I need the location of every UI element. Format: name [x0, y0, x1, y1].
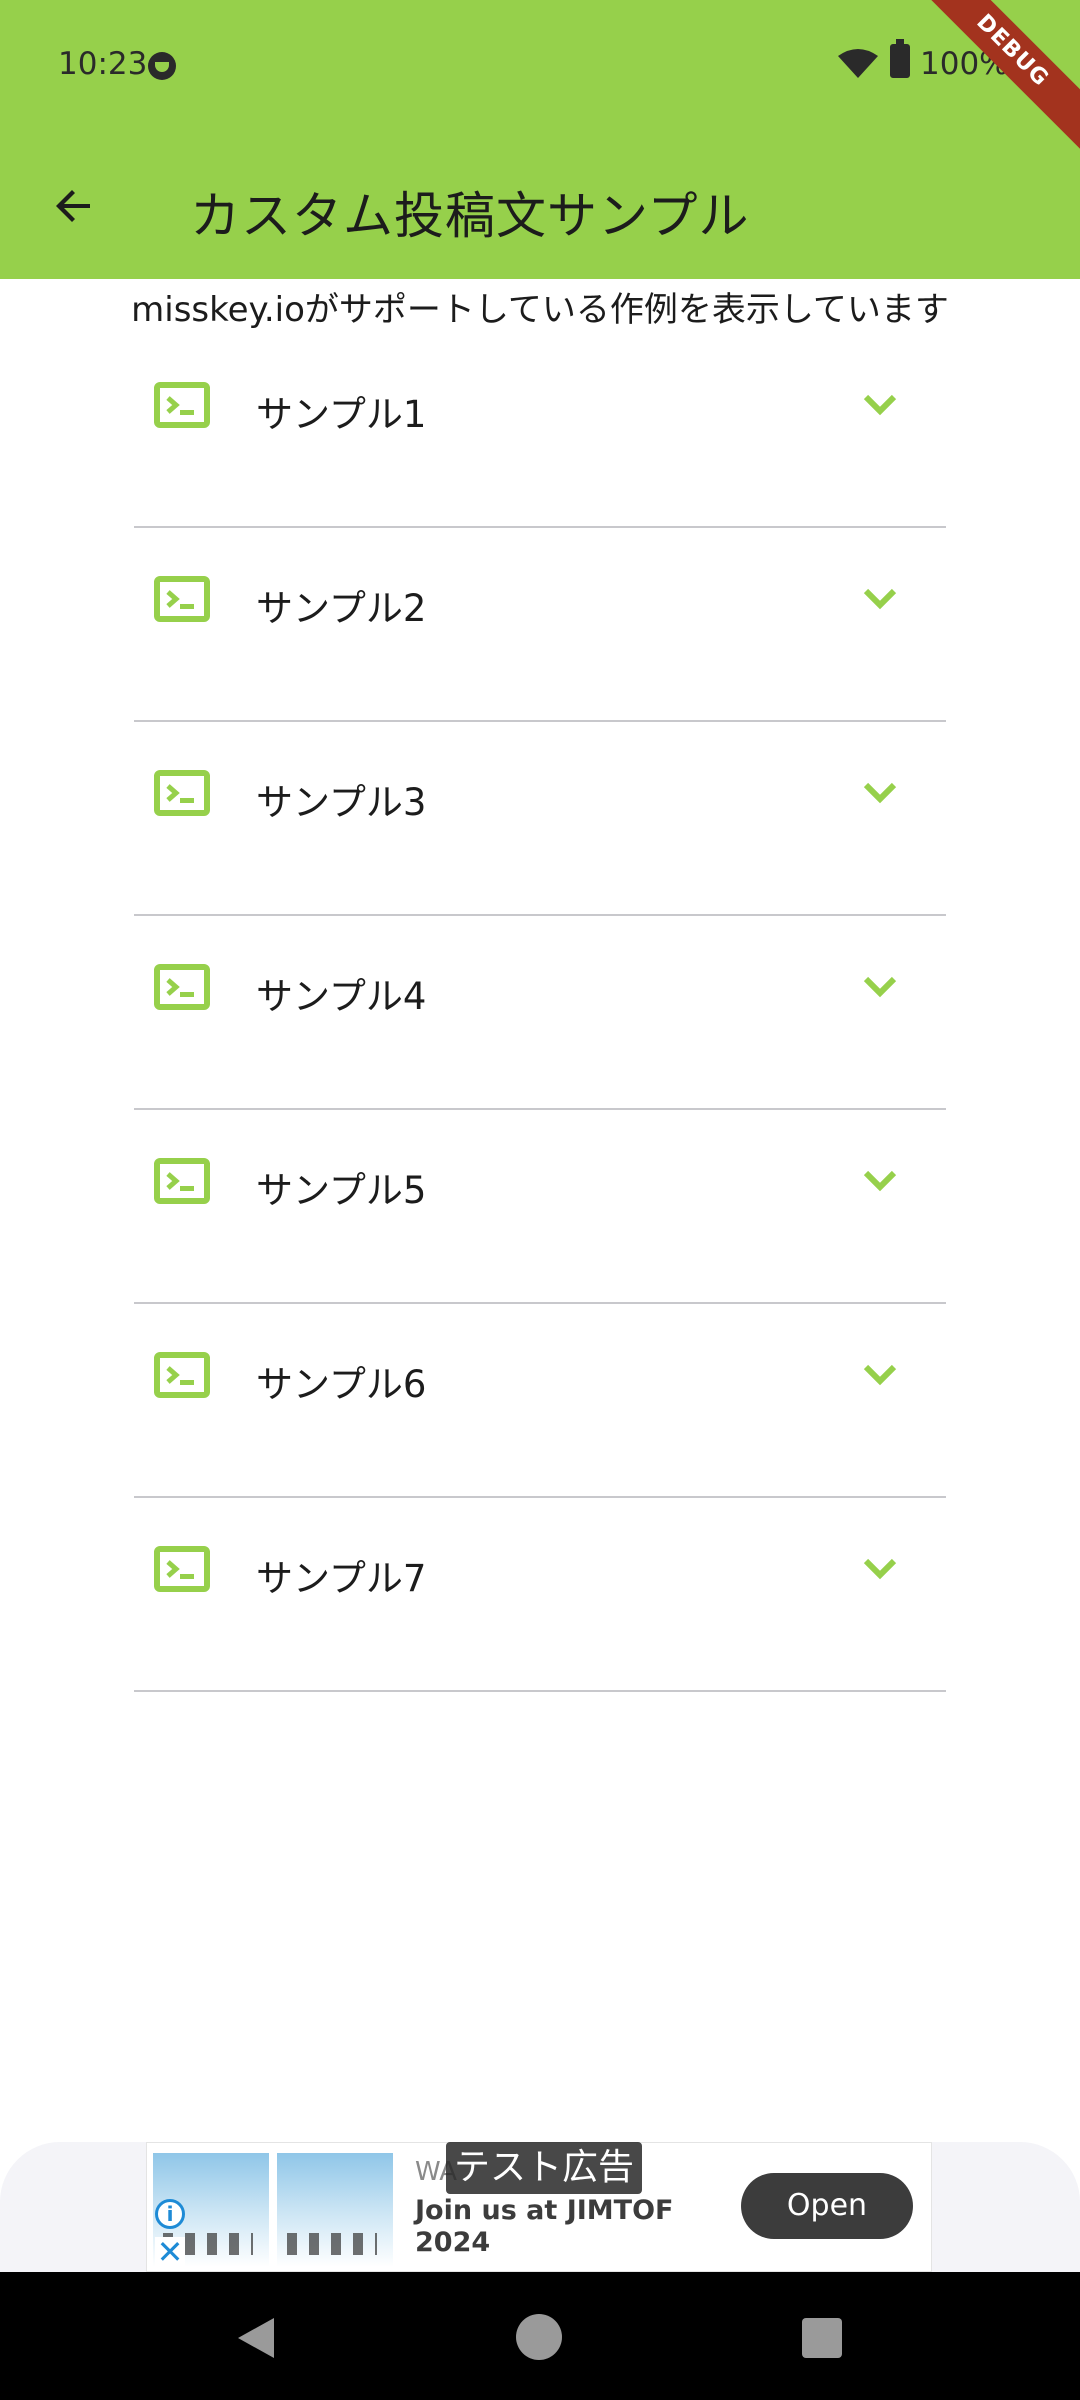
back-button[interactable]	[38, 170, 110, 242]
sample-item-label: サンプル2	[256, 587, 427, 630]
sample-item-6[interactable]: サンプル6	[134, 1304, 946, 1498]
ad-headline[interactable]: Join us at JIMTOF 2024	[415, 2195, 675, 2259]
sample-list: サンプル1 サンプル2 サンプル3 サンプル4 サンプル5 サンプル6 サンプル…	[134, 334, 946, 1692]
sample-item-7[interactable]: サンプル7	[134, 1498, 946, 1692]
ad-close-icon[interactable]: ✕	[155, 2236, 185, 2268]
sample-item-4[interactable]: サンプル4	[134, 916, 946, 1110]
sample-item-label: サンプル5	[256, 1169, 427, 1212]
arrow-back-icon	[56, 190, 90, 222]
ad-info-icon[interactable]: i	[155, 2199, 185, 2229]
terminal-icon	[154, 770, 210, 816]
status-bar: 10:23 100%	[0, 0, 1080, 132]
nav-home-icon[interactable]	[516, 2314, 562, 2360]
terminal-icon	[154, 1158, 210, 1204]
terminal-icon	[154, 1352, 210, 1398]
sample-item-2[interactable]: サンプル2	[134, 528, 946, 722]
sample-item-1[interactable]: サンプル1	[134, 334, 946, 528]
sample-item-label: サンプル4	[256, 975, 427, 1018]
page-description: misskey.ioがサポートしている作例を表示しています	[131, 290, 949, 330]
wifi-icon	[838, 49, 878, 78]
battery-icon	[890, 39, 910, 78]
chevron-down-icon[interactable]	[860, 968, 900, 1004]
terminal-icon	[154, 382, 210, 428]
terminal-icon	[154, 576, 210, 622]
chevron-down-icon[interactable]	[860, 774, 900, 810]
chevron-down-icon[interactable]	[860, 1162, 900, 1198]
sample-item-label: サンプル1	[256, 393, 427, 436]
notification-icon	[148, 52, 176, 80]
sample-item-label: サンプル3	[256, 781, 427, 824]
ad-open-button[interactable]: Open	[741, 2173, 913, 2239]
chevron-down-icon[interactable]	[860, 580, 900, 616]
nav-back-icon[interactable]	[236, 2316, 276, 2360]
sample-item-3[interactable]: サンプル3	[134, 722, 946, 916]
terminal-icon	[154, 964, 210, 1010]
sample-item-5[interactable]: サンプル5	[134, 1110, 946, 1304]
app-bar: 10:23 100% DEBUG カスタム投稿文サンプル	[0, 0, 1080, 279]
ad-image[interactable]	[277, 2153, 393, 2267]
test-ad-badge: テスト広告	[446, 2142, 643, 2194]
nav-recents-icon[interactable]	[802, 2318, 842, 2358]
chevron-down-icon[interactable]	[860, 386, 900, 422]
chevron-down-icon[interactable]	[860, 1356, 900, 1392]
sample-item-label: サンプル6	[256, 1363, 427, 1406]
system-nav-bar	[0, 2272, 1080, 2400]
status-time: 10:23	[58, 46, 148, 82]
sample-item-label: サンプル7	[256, 1557, 427, 1600]
page-title: カスタム投稿文サンプル	[190, 187, 750, 245]
chevron-down-icon[interactable]	[860, 1550, 900, 1586]
terminal-icon	[154, 1546, 210, 1592]
